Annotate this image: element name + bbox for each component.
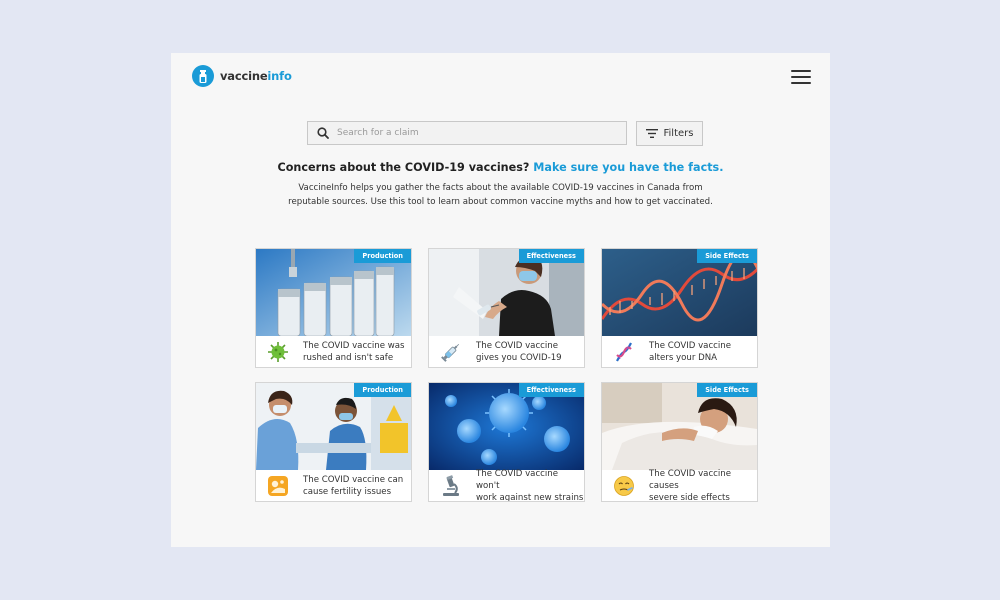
claim-card[interactable]: Production The COVID vaccine can cause fe… <box>255 382 412 502</box>
card-title-line1: The COVID vaccine can <box>303 474 404 485</box>
filter-icon <box>645 129 658 138</box>
card-caption: The COVID vaccine causes severe side effe… <box>602 468 757 502</box>
brand-logo[interactable]: vaccineinfo <box>192 65 292 87</box>
card-title-line1: The COVID vaccine was <box>303 340 405 351</box>
category-badge: Production <box>354 249 411 263</box>
hamburger-menu-icon[interactable] <box>791 70 811 84</box>
card-title-line2: rushed and isn't safe <box>303 352 394 363</box>
category-badge: Effectiveness <box>518 383 584 397</box>
intro-text: VaccineInfo helps you gather the facts a… <box>288 183 713 207</box>
brand-name: vaccineinfo <box>220 69 292 83</box>
card-title-line2: alters your DNA <box>649 352 718 363</box>
card-caption: The COVID vaccine alters your DNA <box>602 336 757 367</box>
vaccine-vial-icon <box>192 65 214 87</box>
fertility-icon <box>268 475 288 496</box>
syringe-icon <box>441 343 460 362</box>
claim-card[interactable]: Side Effects The COVID vaccine alters you… <box>601 248 758 368</box>
card-title-line1: The COVID vaccine <box>476 340 559 351</box>
card-caption: The COVID vaccine won't work against new … <box>429 468 584 502</box>
card-title-line2: severe side effects <box>649 492 730 502</box>
headline-cta: Make sure you have the facts. <box>533 161 724 174</box>
filters-button[interactable]: Filters <box>636 121 703 146</box>
app-frame: vaccineinfo Filters Concerns about the C… <box>171 53 830 547</box>
search-bar[interactable] <box>307 121 627 145</box>
claim-card[interactable]: Effectiveness The COVID vaccine gives you… <box>428 248 585 368</box>
headline-question: Concerns about the COVID-19 vaccines? <box>277 161 530 174</box>
filters-label: Filters <box>663 128 694 139</box>
card-title-line1: The COVID vaccine causes <box>649 468 732 491</box>
sick-face-icon <box>614 475 634 496</box>
page-headline: Concerns about the COVID-19 vaccines? Ma… <box>171 161 830 174</box>
card-title-line2: cause fertility issues <box>303 486 392 497</box>
card-title-line1: The COVID vaccine won't <box>476 468 559 491</box>
claim-card[interactable]: Effectiveness The COVID vaccine won't wor… <box>428 382 585 502</box>
card-caption: The COVID vaccine was rushed and isn't sa… <box>256 336 411 367</box>
card-title-line1: The COVID vaccine <box>649 340 732 351</box>
search-input[interactable] <box>337 128 597 138</box>
dna-icon <box>616 342 632 361</box>
card-title-line2: gives you COVID-19 <box>476 352 562 363</box>
claim-card[interactable]: Production The COVID vaccine was rushed a… <box>255 248 412 368</box>
category-badge: Side Effects <box>697 383 757 397</box>
category-badge: Production <box>354 383 411 397</box>
microscope-icon <box>443 474 459 496</box>
search-icon <box>317 127 329 139</box>
virus-icon <box>268 341 288 362</box>
category-badge: Effectiveness <box>518 249 584 263</box>
category-badge: Side Effects <box>697 249 757 263</box>
card-caption: The COVID vaccine can cause fertility iss… <box>256 470 411 501</box>
claim-card[interactable]: Side Effects The COVID vaccine causes sev… <box>601 382 758 502</box>
card-caption: The COVID vaccine gives you COVID-19 <box>429 336 584 367</box>
card-title-line2: work against new strains <box>476 492 584 502</box>
